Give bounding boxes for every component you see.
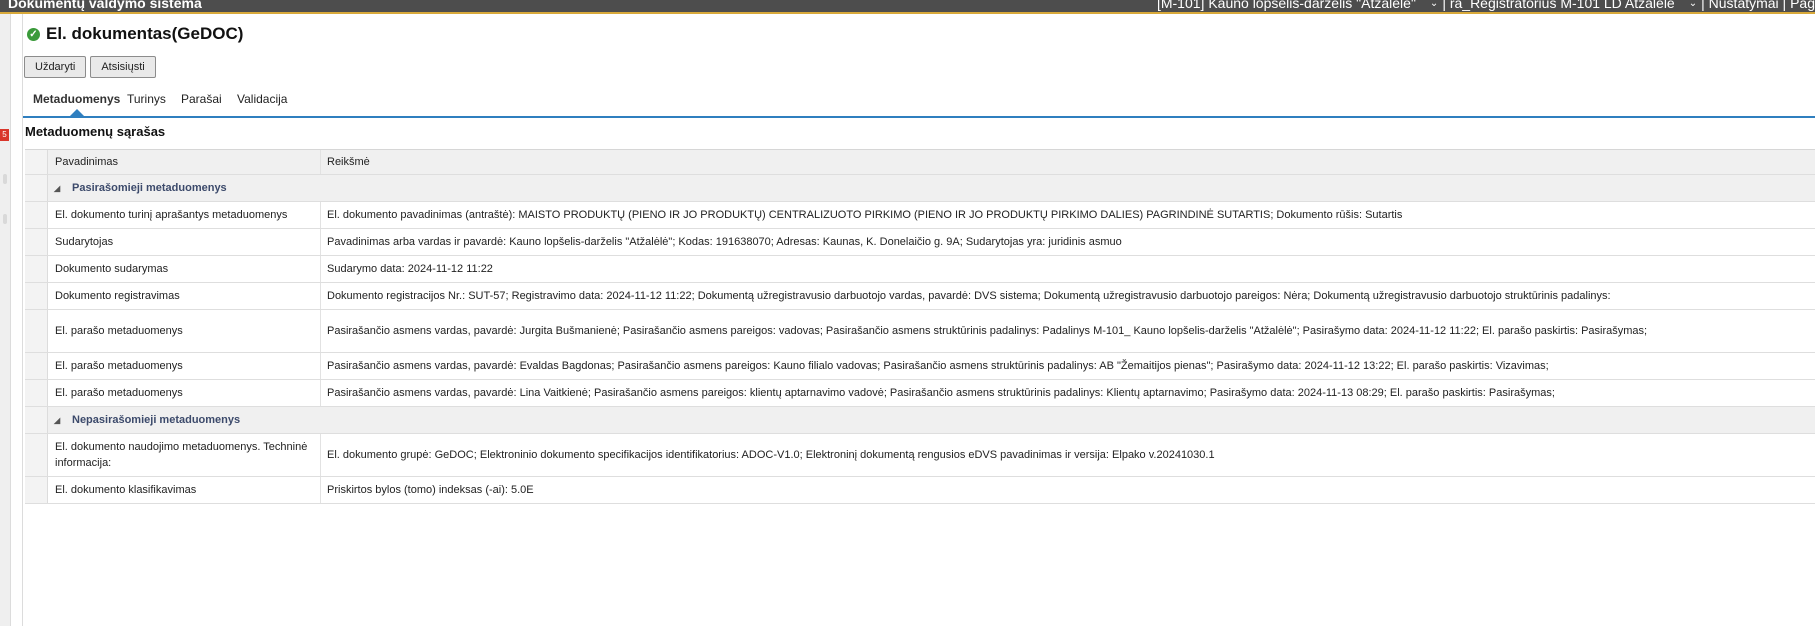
- tab-metaduomenys[interactable]: Metaduomenys: [24, 90, 129, 116]
- metadata-table: Pavadinimas Reikšmė ◢ Pasirašomieji meta…: [25, 149, 1815, 504]
- cell-value: Sudarymo data: 2024-11-12 11:22: [327, 263, 493, 275]
- row-selector: [25, 380, 48, 406]
- role-select-value: | ra_Registratorius M-101 LD Atžalėlė: [1442, 0, 1675, 11]
- check-circle-icon: ✓: [27, 27, 40, 41]
- settings-link[interactable]: | Nustatymai | Pag: [1701, 0, 1815, 11]
- cell-name: El. parašo metaduomenys: [48, 380, 321, 406]
- row-selector: [25, 256, 48, 282]
- group-row[interactable]: ◢ Nepasirašomieji metaduomenys: [25, 407, 1815, 434]
- app-title: Dokumentų valdymo sistema: [8, 0, 202, 11]
- cell-name: El. dokumento turinį aprašantys metaduom…: [48, 202, 321, 228]
- row-selector: [25, 175, 48, 201]
- sidebar-marker: [3, 174, 7, 184]
- row-selector: [25, 202, 48, 228]
- role-select[interactable]: | ra_Registratorius M-101 LD Atžalėlė ⌄: [1442, 0, 1697, 11]
- cell-value: Pavadinimas arba vardas ir pavardė: Kaun…: [327, 236, 1122, 248]
- cell-name: El. parašo metaduomenys: [48, 353, 321, 379]
- organization-select-value: [M-101] Kauno lopšelis-darželis "Atžalėl…: [1156, 0, 1416, 11]
- column-header-value[interactable]: Reikšmė: [321, 150, 1815, 174]
- row-selector-header: [25, 150, 48, 174]
- section-title: Metaduomenų sąrašas: [25, 124, 166, 139]
- cell-name: Dokumento sudarymas: [48, 256, 321, 282]
- table-row[interactable]: Dokumento sudarymas Sudarymo data: 2024-…: [25, 256, 1815, 283]
- cell-name: El. parašo metaduomenys: [48, 310, 321, 352]
- cell-name: El. dokumento naudojimo metaduomenys. Te…: [48, 434, 321, 476]
- toolbar: Uždaryti Atsisiųsti: [24, 56, 156, 78]
- tab-bar: Metaduomenys Turinys Parašai Validacija: [23, 90, 1815, 118]
- cell-value: Pasirašančio asmens vardas, pavardė: Lin…: [327, 387, 1555, 399]
- row-selector: [25, 407, 48, 433]
- tab-parasai[interactable]: Parašai: [172, 90, 231, 114]
- top-bar: Dokumentų valdymo sistema [M-101] Kauno …: [0, 0, 1815, 14]
- table-row[interactable]: El. parašo metaduomenys Pasirašančio asm…: [25, 353, 1815, 380]
- collapse-triangle-icon[interactable]: ◢: [54, 184, 64, 193]
- cell-name: Sudarytojas: [48, 229, 321, 255]
- table-row[interactable]: El. parašo metaduomenys Pasirašančio asm…: [25, 380, 1815, 407]
- cell-value: El. dokumento pavadinimas (antraštė): MA…: [327, 209, 1403, 221]
- page-title: El. dokumentas(GeDOC): [46, 24, 244, 43]
- group-cell: ◢ Pasirašomieji metaduomenys: [48, 175, 1815, 201]
- collapse-triangle-icon[interactable]: ◢: [54, 416, 64, 425]
- row-selector: [25, 477, 48, 503]
- group-title: Pasirašomieji metaduomenys: [72, 182, 227, 194]
- cell-value: Priskirtos bylos (tomo) indeksas (-ai): …: [327, 484, 534, 496]
- chevron-down-icon: ⌄: [1429, 0, 1439, 9]
- download-button[interactable]: Atsisiųsti: [90, 56, 156, 78]
- cell-name: El. dokumento klasifikavimas: [48, 477, 321, 503]
- organization-select[interactable]: [M-101] Kauno lopšelis-darželis "Atžalėl…: [1157, 0, 1438, 11]
- group-row[interactable]: ◢ Pasirašomieji metaduomenys: [25, 175, 1815, 202]
- column-header-name[interactable]: Pavadinimas: [48, 150, 321, 174]
- tab-validacija[interactable]: Validacija: [228, 90, 296, 114]
- top-bar-right: [M-101] Kauno lopšelis-darželis "Atžalėl…: [1157, 0, 1815, 11]
- tab-turinys[interactable]: Turinys: [118, 90, 175, 114]
- sidebar-marker: [3, 214, 7, 224]
- row-selector: [25, 283, 48, 309]
- row-selector: [25, 434, 48, 476]
- cell-value: Dokumento registracijos Nr.: SUT-57; Reg…: [327, 290, 1611, 302]
- cell-value: Pasirašančio asmens vardas, pavardė: Eva…: [327, 360, 1549, 372]
- cell-value: El. dokumento grupė: GeDOC; Elektroninio…: [327, 449, 1215, 461]
- document-header: ✓ El. dokumentas(GeDOC): [27, 24, 243, 44]
- table-header-row: Pavadinimas Reikšmė: [25, 150, 1815, 175]
- cell-value: Pasirašančio asmens vardas, pavardė: Jur…: [327, 325, 1648, 337]
- table-row[interactable]: El. dokumento turinį aprašantys metaduom…: [25, 202, 1815, 229]
- left-sidebar-strip: 5: [0, 14, 11, 626]
- row-selector: [25, 310, 48, 352]
- row-selector: [25, 353, 48, 379]
- group-title: Nepasirašomieji metaduomenys: [72, 414, 241, 426]
- group-cell: ◢ Nepasirašomieji metaduomenys: [48, 407, 1815, 433]
- chevron-down-icon: ⌄: [1688, 0, 1698, 9]
- table-row[interactable]: Sudarytojas Pavadinimas arba vardas ir p…: [25, 229, 1815, 256]
- row-selector: [25, 229, 48, 255]
- close-button[interactable]: Uždaryti: [24, 56, 87, 78]
- table-row[interactable]: El. dokumento naudojimo metaduomenys. Te…: [25, 434, 1815, 477]
- cell-name: Dokumento registravimas: [48, 283, 321, 309]
- notification-badge[interactable]: 5: [0, 129, 9, 141]
- table-row[interactable]: El. parašo metaduomenys Pasirašančio asm…: [25, 310, 1815, 353]
- table-row[interactable]: El. dokumento klasifikavimas Priskirtos …: [25, 477, 1815, 504]
- table-row[interactable]: Dokumento registravimas Dokumento regist…: [25, 283, 1815, 310]
- document-panel: ✓ El. dokumentas(GeDOC) Uždaryti Atsisių…: [22, 14, 1815, 626]
